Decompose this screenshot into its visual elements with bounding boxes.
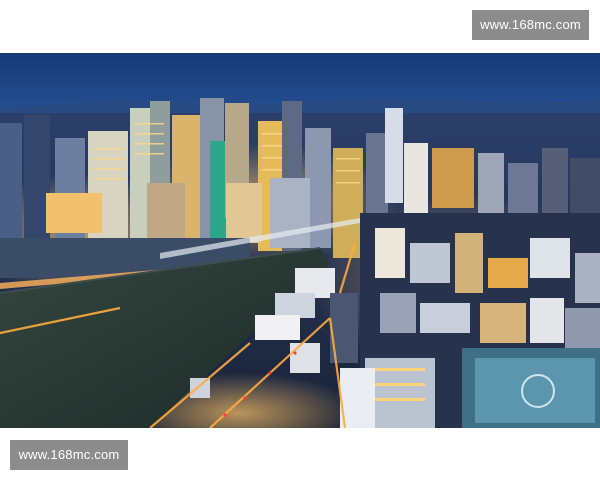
watermark-bottom: www.168mc.com	[10, 440, 128, 470]
watermark-top: www.168mc.com	[472, 10, 589, 40]
downtown-district	[360, 213, 600, 428]
city-night-photo	[0, 53, 600, 428]
